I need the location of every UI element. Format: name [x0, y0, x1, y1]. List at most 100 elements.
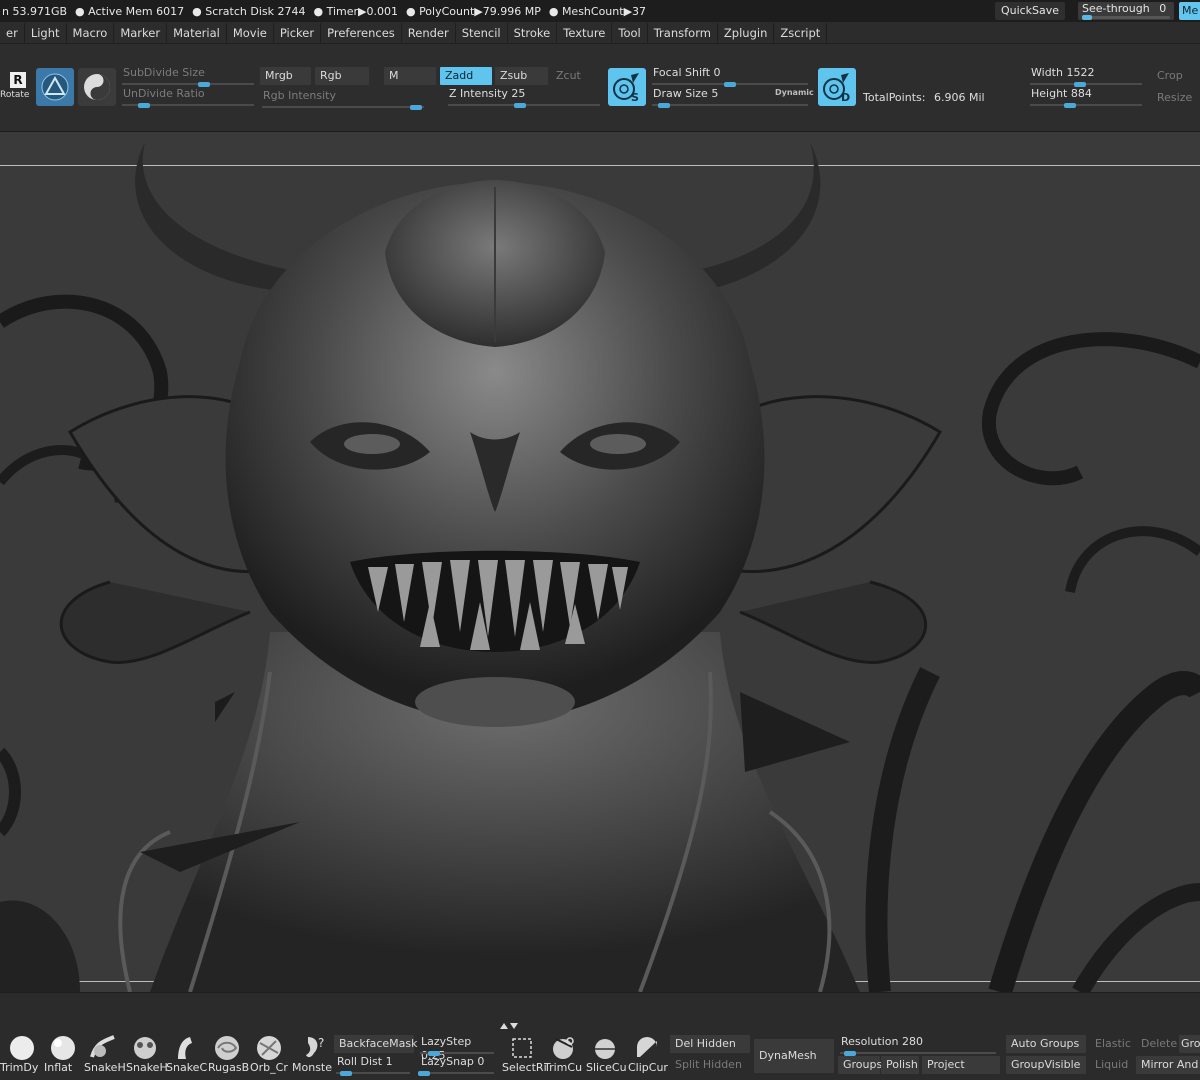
brush-trimdynamic[interactable]: TrimDy [0, 1031, 40, 1077]
menus-button[interactable]: Me [1179, 2, 1200, 20]
quicksave-button[interactable]: QuickSave [995, 2, 1065, 20]
shelf-arrows-icon[interactable] [498, 1021, 520, 1031]
dynamic-toggle[interactable]: Dynamic [775, 88, 814, 97]
z-intensity-slider[interactable]: Z Intensity 25 [446, 87, 604, 108]
resolution-label: Resolution [841, 1035, 899, 1048]
brush-snakecurve[interactable]: SnakeC [166, 1031, 207, 1077]
roll-dist-slider[interactable]: Roll Dist 1 [334, 1055, 414, 1076]
brush-thumbnail-ear-icon: ? [306, 1036, 324, 1058]
tool-trimcurve[interactable]: TrimCu [544, 1031, 584, 1077]
menu-item-tool[interactable]: Tool [612, 22, 648, 43]
svg-text:?: ? [318, 1036, 324, 1050]
see-through-slider[interactable]: See-through 0 [1078, 2, 1174, 20]
auto-groups-button[interactable]: Auto Groups [1006, 1035, 1086, 1053]
height-slider[interactable]: Height 884 [1028, 87, 1146, 108]
resize-button[interactable]: Resize [1157, 91, 1192, 104]
brush-snakehook[interactable]: SnakeH [84, 1031, 126, 1077]
project-button[interactable]: Project [922, 1056, 1000, 1074]
resolution-value: 280 [901, 1035, 923, 1048]
tool-selectrect[interactable]: SelectRi [502, 1031, 547, 1077]
zsub-button[interactable]: Zsub [495, 67, 548, 85]
see-through-knob[interactable] [1082, 15, 1092, 20]
focal-shift-slider[interactable]: Focal Shift 0 [650, 66, 812, 87]
menu-item-stroke[interactable]: Stroke [508, 22, 558, 43]
zcut-button[interactable]: Zcut [551, 67, 603, 85]
menu-item-marker[interactable]: Marker [114, 22, 168, 43]
brush-monster[interactable]: ? Monste [292, 1031, 332, 1077]
del-hidden-button[interactable]: Del Hidden [670, 1035, 750, 1053]
menu-item-movie[interactable]: Movie [227, 22, 274, 43]
rotate-button[interactable]: R Rotate [0, 70, 30, 104]
height-label: Height [1031, 87, 1068, 100]
subdivide-size-slider[interactable]: SubDivide Size [120, 66, 258, 87]
brush-thumbnail-crack-icon [257, 1036, 281, 1060]
menu-item-zscript[interactable]: Zscript [774, 22, 828, 43]
brush-orb-cracks[interactable]: Orb_Cr [250, 1031, 290, 1077]
rgb-button[interactable]: Rgb [315, 67, 369, 85]
document-canvas[interactable] [0, 132, 1200, 992]
elastic-button[interactable]: Elastic [1090, 1035, 1134, 1053]
menu-item-render[interactable]: Render [402, 22, 456, 43]
height-value: 884 [1070, 87, 1092, 100]
brush-thumbnail-inflate-icon [51, 1036, 75, 1060]
menu-item-zplugin[interactable]: Zplugin [718, 22, 775, 43]
dynamesh-button[interactable]: DynaMesh [754, 1039, 834, 1073]
undivide-ratio-slider[interactable]: UnDivide Ratio [120, 87, 258, 108]
top-shelf: R Rotate SubDivide Size UnDivide Ratio M… [0, 44, 1200, 132]
polish-button[interactable]: Polish [881, 1056, 919, 1074]
standard-brush-button[interactable]: S [608, 68, 646, 106]
backface-mask-button[interactable]: BackfaceMask [334, 1035, 417, 1053]
see-through-value: 0 [1159, 2, 1167, 15]
draw-size-value: 5 [711, 87, 719, 100]
menu-item-material[interactable]: Material [167, 22, 227, 43]
brush-s-icon: S [613, 73, 639, 103]
zadd-button[interactable]: Zadd [440, 67, 492, 85]
brush-snakehook-2[interactable]: SnakeH [126, 1031, 168, 1077]
mrgb-button[interactable]: Mrgb [260, 67, 311, 85]
m-button[interactable]: M [384, 67, 436, 85]
tool-slicecurve[interactable]: SliceCu [586, 1031, 627, 1077]
slice-curve-icon [595, 1039, 615, 1059]
menu-item-picker[interactable]: Picker [274, 22, 322, 43]
width-slider[interactable]: Width 1522 [1028, 66, 1146, 87]
groups-button[interactable]: Groups [838, 1056, 882, 1074]
roll-dist-label: Roll Dist [337, 1055, 383, 1068]
group-split-button[interactable]: Gro [1179, 1035, 1200, 1053]
bottom-shelf: TrimDy Inflat SnakeH SnakeH SnakeC Rugas… [0, 992, 1200, 1080]
stat-active-mem: ● Active Mem 6017 [75, 4, 185, 18]
focal-shift-label: Focal Shift [653, 66, 711, 79]
total-points-label: TotalPoints: [863, 91, 926, 104]
brush-rugasb[interactable]: RugasB [208, 1031, 249, 1077]
liquid-button[interactable]: Liquid [1090, 1056, 1134, 1074]
delete-button[interactable]: Delete [1136, 1035, 1177, 1053]
resolution-slider[interactable]: Resolution 280 [838, 1035, 1000, 1056]
menu-item-transform[interactable]: Transform [648, 22, 718, 43]
symmetry-mode-button[interactable] [78, 68, 116, 106]
yin-sphere-icon [84, 74, 110, 100]
mirror-and-weld-button[interactable]: Mirror And [1136, 1056, 1200, 1074]
tool-clipcurve[interactable]: ClipCur [628, 1031, 668, 1077]
menu-item-texture[interactable]: Texture [557, 22, 613, 43]
sculptris-mode-button[interactable] [36, 68, 74, 106]
menu-bar: er Light Macro Marker Material Movie Pic… [0, 22, 1200, 44]
lazysnap-slider[interactable]: LazySnap 0 [418, 1055, 498, 1076]
crop-button[interactable]: Crop [1157, 69, 1183, 82]
stat-free-mem: n 53.971GB [2, 4, 68, 18]
brush-label: RugasB [208, 1061, 250, 1074]
brush-label: SnakeC [166, 1061, 208, 1074]
lazysnap-label: LazySnap [421, 1055, 474, 1068]
lazystep-slider[interactable]: LazyStep 0.25 [418, 1035, 498, 1062]
rgb-intensity-slider[interactable]: Rgb Intensity [260, 89, 428, 110]
brush-inflat[interactable]: Inflat [44, 1031, 84, 1077]
menu-item-macro[interactable]: Macro [67, 22, 115, 43]
menu-item-layer[interactable]: er [0, 22, 25, 43]
draw-mode-button[interactable]: D [818, 68, 856, 106]
split-hidden-button[interactable]: Split Hidden [670, 1056, 750, 1074]
menu-item-preferences[interactable]: Preferences [321, 22, 402, 43]
brush-label: Monste [292, 1061, 333, 1074]
clip-curve-icon [637, 1037, 657, 1057]
menu-item-light[interactable]: Light [25, 22, 67, 43]
group-visible-button[interactable]: GroupVisible [1006, 1056, 1086, 1074]
menu-item-stencil[interactable]: Stencil [456, 22, 508, 43]
tool-label: SliceCu [586, 1061, 627, 1074]
